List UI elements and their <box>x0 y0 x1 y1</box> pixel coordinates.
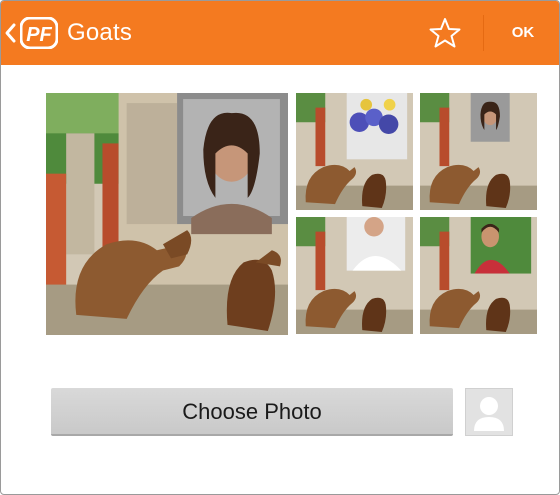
ok-button[interactable]: OK <box>501 21 545 45</box>
app-bar: PF Goats OK <box>1 1 559 65</box>
template-preview-large[interactable] <box>46 93 288 335</box>
avatar[interactable] <box>465 388 513 436</box>
chevron-left-icon[interactable] <box>3 21 17 45</box>
user-placeholder-icon <box>474 397 504 431</box>
choose-photo-button[interactable]: Choose Photo <box>51 388 453 436</box>
template-thumb-man-red-shirt[interactable] <box>420 217 537 334</box>
app-window: PF Goats OK Choose Photo <box>0 0 560 495</box>
template-thumb-flowers[interactable] <box>296 93 413 210</box>
svg-text:PF: PF <box>26 24 52 46</box>
star-icon[interactable] <box>428 16 462 50</box>
toolbar-divider <box>483 15 484 51</box>
template-thumb-man-white-shirt[interactable] <box>296 217 413 334</box>
app-logo[interactable]: PF <box>20 17 58 49</box>
screen-title: Goats <box>67 19 133 46</box>
template-thumb-woman[interactable] <box>420 93 537 210</box>
